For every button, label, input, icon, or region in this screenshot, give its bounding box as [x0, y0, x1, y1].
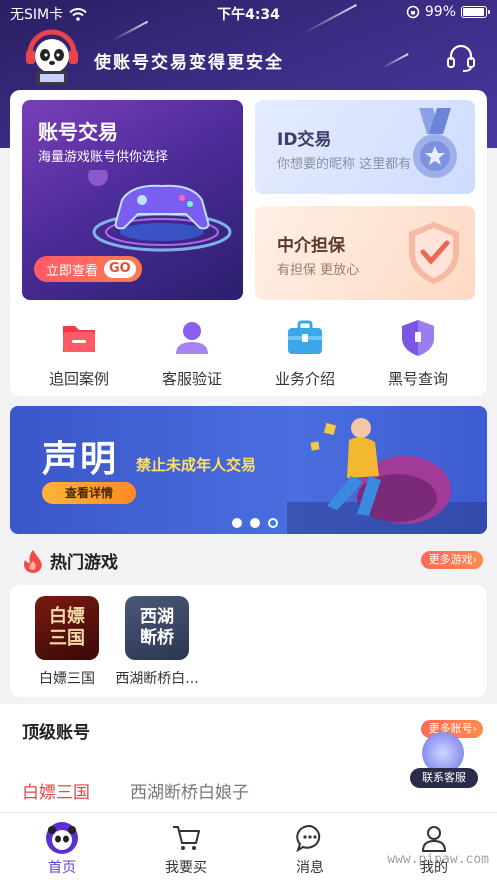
view-now-label: 立即查看: [46, 263, 99, 279]
game-icon-text: 白嫖三国: [49, 606, 85, 649]
customer-service-headset-icon[interactable]: [445, 42, 477, 74]
tab-label: 消息: [296, 860, 324, 876]
quick-link-support-verify[interactable]: 客服验证: [137, 318, 247, 389]
quick-link-label: 业务介绍: [274, 370, 335, 388]
banner-details-button[interactable]: 查看详情: [42, 482, 136, 504]
battery-percent: 99%: [424, 4, 456, 20]
rotation-lock-icon: [406, 5, 420, 19]
hot-games-header: 热门游戏: [22, 548, 118, 573]
user-icon: [176, 322, 208, 354]
medal-icon: [413, 108, 457, 178]
tab-messages[interactable]: 消息: [260, 821, 360, 877]
tab-label: 我要买: [165, 860, 207, 876]
quick-link-label: 追回案例: [48, 370, 109, 388]
account-trade-title: 账号交易: [38, 120, 118, 144]
shield-check-icon: [409, 222, 459, 284]
id-trade-title: ID交易: [277, 130, 332, 150]
briefcase-icon: [288, 320, 322, 354]
account-trade-subtitle: 海量游戏账号供你选择: [38, 150, 169, 165]
tab-buy[interactable]: 我要买: [136, 821, 236, 877]
escrow-subtitle: 有担保 更放心: [277, 263, 360, 278]
more-games-button[interactable]: 更多游戏›: [420, 551, 483, 569]
carousel-indicator[interactable]: [232, 518, 278, 528]
top-accounts-title: 顶级账号: [22, 723, 90, 743]
panda-home-icon: [45, 821, 79, 855]
account-trade-card[interactable]: 账号交易 海量游戏账号供你选择 立即查看 GO: [22, 100, 243, 300]
quick-link-label: 客服验证: [161, 370, 222, 388]
banner-subtitle: 禁止未成年人交易: [136, 456, 257, 474]
banner-illustration: [287, 418, 487, 534]
chevron-right-icon: ›: [472, 553, 477, 566]
game-icon: 西湖断桥: [125, 596, 189, 660]
tab-xihu-duanqiao[interactable]: 西湖断桥白娘子: [130, 778, 249, 803]
header-slogan: 使账号交易变得更安全: [94, 53, 284, 73]
account-game-tabs: 白嫖三国 西湖断桥白娘子: [22, 778, 249, 803]
message-icon: [293, 821, 327, 855]
contact-support-float-button[interactable]: 联系客服: [410, 732, 478, 788]
quick-link-label: 黑号查询: [387, 370, 448, 388]
watermark-text: www.pipaw.com: [387, 852, 489, 867]
quick-link-business-intro[interactable]: 业务介绍: [250, 318, 360, 389]
view-now-button[interactable]: 立即查看 GO: [34, 256, 142, 282]
fire-icon: [23, 549, 42, 573]
status-bar: 无SIM卡 下午4:34 99%: [0, 0, 497, 26]
tab-baipiao-sanguo[interactable]: 白嫖三国: [22, 778, 90, 803]
panda-mascot-logo: [26, 29, 78, 85]
more-games-label: 更多游戏: [428, 553, 473, 566]
id-trade-card[interactable]: ID交易 你想要的昵称 这里都有: [255, 100, 475, 194]
game-icon: 白嫖三国: [35, 596, 99, 660]
folder-icon: [63, 326, 95, 352]
game-name: 西湖断桥白...: [115, 671, 199, 687]
escrow-title: 中介担保: [277, 236, 345, 256]
go-badge: GO: [104, 260, 136, 278]
tab-home[interactable]: 首页: [12, 821, 112, 877]
gamepad-icon: [88, 170, 232, 252]
contact-support-label: 联系客服: [410, 768, 478, 788]
game-icon-text: 西湖断桥: [140, 607, 174, 648]
bottom-tab-bar: 首页 我要买 消息 我的: [0, 812, 497, 883]
shield-icon: [402, 320, 434, 356]
cart-icon: [169, 821, 203, 855]
quick-link-recovery-cases[interactable]: 追回案例: [24, 318, 134, 389]
id-trade-subtitle: 你想要的昵称 这里都有: [277, 157, 412, 172]
banner-title: 声明: [42, 439, 119, 480]
game-item[interactable]: 西湖断桥 西湖断桥白...: [102, 596, 212, 688]
carousel-dot[interactable]: [232, 518, 242, 528]
tab-profile[interactable]: 我的: [384, 821, 484, 877]
quick-link-blacklist-query[interactable]: 黑号查询: [363, 318, 473, 389]
battery-icon: [461, 6, 490, 18]
tab-label: 首页: [48, 860, 76, 876]
announcement-banner[interactable]: 声明 禁止未成年人交易 查看详情: [10, 406, 487, 534]
top-accounts-header: 顶级账号: [22, 718, 90, 743]
profile-icon: [417, 821, 451, 855]
carousel-dot[interactable]: [250, 518, 260, 528]
carousel-dot-active[interactable]: [268, 518, 278, 528]
escrow-card[interactable]: 中介担保 有担保 更放心: [255, 206, 475, 300]
hot-games-title: 热门游戏: [50, 553, 118, 573]
